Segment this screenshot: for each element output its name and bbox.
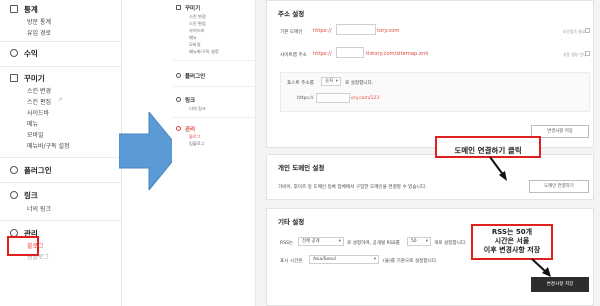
domain-connect-button[interactable]: 도메인 연결하기 [529, 180, 589, 193]
mini-item-menu[interactable]: 메뉴 [189, 35, 197, 41]
sidebar-item-skin-change[interactable]: 스킨 변경 [27, 86, 51, 95]
sitemap-note: 자동 생성 안내 [563, 52, 587, 57]
link-icon-small [176, 97, 181, 102]
sidebar-item-sidebar[interactable]: 사이드바 [27, 108, 49, 117]
mini-item-menubar[interactable]: 메뉴바/구독 설정 [189, 49, 219, 55]
sidebar-item-mobile[interactable]: 모바일 [27, 130, 44, 139]
mini-sidebar: 꾸미기 스킨 변경 스킨 편집 사이드바 메뉴 모바일 메뉴바/구독 설정 플러… [172, 0, 256, 306]
sitemap-prefix: https:// [313, 51, 332, 57]
revenue-icon [10, 49, 18, 57]
sitemap-input[interactable] [336, 47, 364, 58]
rss-label: RSS는 [280, 241, 294, 246]
other-settings-title: 기타 설정 [278, 218, 305, 226]
plugin-icon-small [176, 73, 181, 78]
decorate-icon-small [176, 5, 181, 10]
mini-item-your-link[interactable]: 너의 링크 [189, 106, 206, 112]
external-link-icon: ↗ [58, 97, 63, 103]
link-icon [10, 191, 18, 199]
mini-header-decorate[interactable]: 꾸미기 [185, 4, 200, 12]
address-settings-title: 주소 설정 [278, 10, 305, 18]
mini-item-skin-change[interactable]: 스킨 변경 [189, 14, 206, 20]
default-domain-note: 보안접속 필요 [563, 29, 586, 34]
sidebar-item-your-link[interactable]: 너의 링크 [27, 204, 51, 213]
sidebar-item-menubar[interactable]: 메뉴바/구독 설정 [27, 141, 70, 150]
address-settings-card: 주소 설정 기본 도메인 https:// tory.com 보안접속 필요 사… [266, 0, 594, 148]
decorate-icon [10, 74, 18, 82]
sidebar-header-plugin[interactable]: 플러그인 [24, 165, 52, 176]
sitemap-checkbox[interactable] [585, 51, 590, 56]
default-domain-label: 기본 도메인 [280, 30, 303, 35]
post-example-input [316, 93, 350, 103]
left-sidebar-zoomed: 통계 방문 통계 유입 경로 수익 꾸미기 스킨 변경 스킨 편집 ↗ 사이드바… [0, 0, 122, 306]
other-save-button[interactable]: 변경사항 저장 [531, 277, 589, 292]
post-example-suffix: ory.com/123 [351, 96, 380, 101]
rss-callout-line2: 시간은 서울 [494, 237, 530, 245]
mini-item-mobile[interactable]: 모바일 [189, 42, 201, 48]
post-example-prefix: https:// [297, 96, 314, 101]
personal-domain-title: 개인 도메인 설정 [278, 164, 325, 172]
sidebar-header-link[interactable]: 링크 [24, 190, 38, 201]
rss-callout-line1: RSS는 50개 [491, 228, 533, 236]
sidebar-item-visit-stats[interactable]: 방문 통계 [27, 17, 51, 26]
timezone-suffix: (을)를 기준으로 설정합니다. [383, 259, 438, 264]
default-domain-checkbox[interactable] [585, 28, 590, 33]
mini-item-sidebar[interactable]: 사이드바 [189, 28, 204, 34]
sidebar-header-decorate[interactable]: 꾸미기 [24, 73, 45, 84]
sitemap-label: 사이트맵 주소 [280, 53, 307, 58]
gear-icon-small [176, 126, 181, 131]
sidebar-header-revenue[interactable]: 수익 [24, 48, 38, 59]
mini-item-team-blog[interactable]: 팀블로그 [189, 141, 204, 147]
default-domain-prefix: https:// [313, 28, 332, 34]
rss-middle-text: 로 설정하며, 공개될 RSS를 [347, 241, 400, 246]
sitemap-suffix: tistory.com/sitemap.xml [366, 51, 429, 57]
timezone-select[interactable]: Asia/Seoul [309, 255, 379, 264]
plugin-icon [10, 166, 18, 174]
mini-header-plugin[interactable]: 플러그인 [185, 72, 205, 80]
rss-visibility-select[interactable]: 전체 공개 [298, 237, 344, 246]
personal-domain-card: 개인 도메인 설정 가비아, 후이즈 등 도메인 등록 업체에서 구입한 도메인… [266, 154, 594, 200]
callout-arrow-down-icon [489, 156, 507, 181]
sidebar-item-referrer[interactable]: 유입 경로 [27, 28, 51, 37]
timezone-label: 표시 시간은 [280, 259, 303, 264]
default-domain-input[interactable] [336, 24, 376, 35]
domain-connect-callout: 도메인 연결하기 클릭 [435, 136, 541, 158]
blog-highlight-box [7, 236, 39, 256]
sidebar-item-menu[interactable]: 메뉴 [27, 119, 38, 128]
personal-domain-description: 가비아, 후이즈 등 도메인 등록 업체에서 구입한 도메인을 연결할 수 있습… [278, 185, 427, 190]
post-address-label: 포스트 주소를 [287, 81, 314, 86]
mini-header-link[interactable]: 링크 [185, 96, 195, 104]
post-address-select[interactable]: 숫자 [321, 77, 341, 86]
rss-suffix-text: 개로 설정합니다. [434, 241, 467, 246]
stats-icon [10, 5, 18, 13]
rss-callout-line3: 이후 변경사항 저장 [483, 246, 541, 254]
mini-header-manage[interactable]: 관리 [185, 125, 195, 133]
rss-count-select[interactable]: 50 [407, 237, 431, 246]
callout-arrow-down-right-icon [531, 258, 551, 277]
sidebar-item-skin-edit[interactable]: 스킨 편집 [27, 97, 51, 106]
domain-callout-text: 도메인 연결하기 클릭 [454, 146, 522, 155]
mini-item-skin-edit[interactable]: 스킨 편집 [189, 21, 206, 27]
default-domain-suffix: tory.com [377, 28, 400, 34]
mini-item-blog[interactable]: 블로그 [189, 134, 201, 140]
post-address-suffix: 로 설정합니다. [345, 81, 374, 86]
rss-settings-callout: RSS는 50개 시간은 서울 이후 변경사항 저장 [471, 224, 553, 260]
sidebar-header-stats[interactable]: 통계 [24, 4, 38, 15]
